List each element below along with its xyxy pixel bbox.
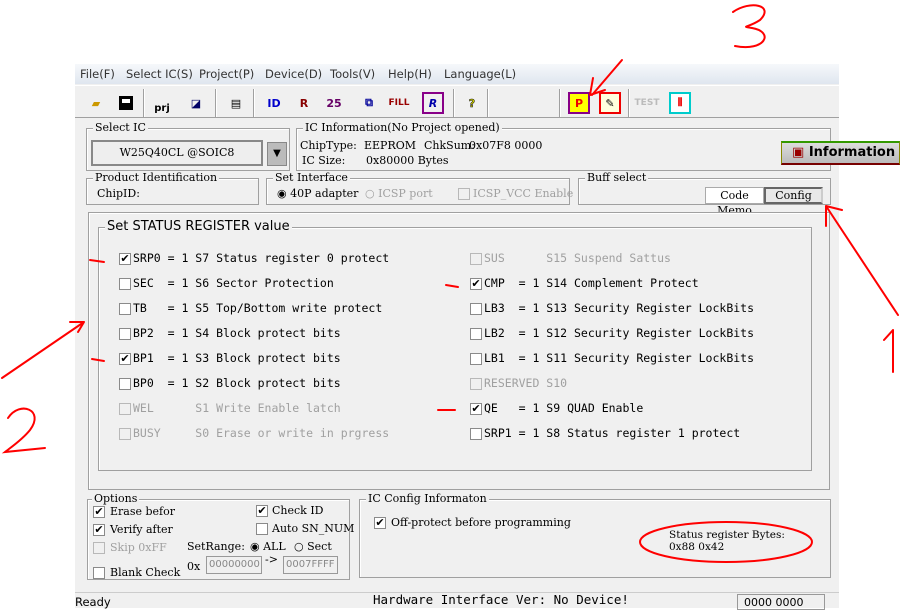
mark-bp1 bbox=[91, 358, 105, 362]
arrow-to-status-bits bbox=[1, 321, 85, 379]
annotation-1 bbox=[883, 329, 894, 373]
mark-srp0 bbox=[89, 259, 105, 263]
status-bytes-highlight bbox=[639, 521, 813, 563]
annotation-overlay bbox=[1, 4, 899, 563]
annotation-3 bbox=[732, 4, 766, 49]
arrow-to-program-icon bbox=[589, 59, 623, 96]
annotation-2 bbox=[1, 407, 46, 454]
mark-cmp bbox=[445, 284, 459, 288]
arrow-to-config-tab bbox=[825, 205, 899, 316]
